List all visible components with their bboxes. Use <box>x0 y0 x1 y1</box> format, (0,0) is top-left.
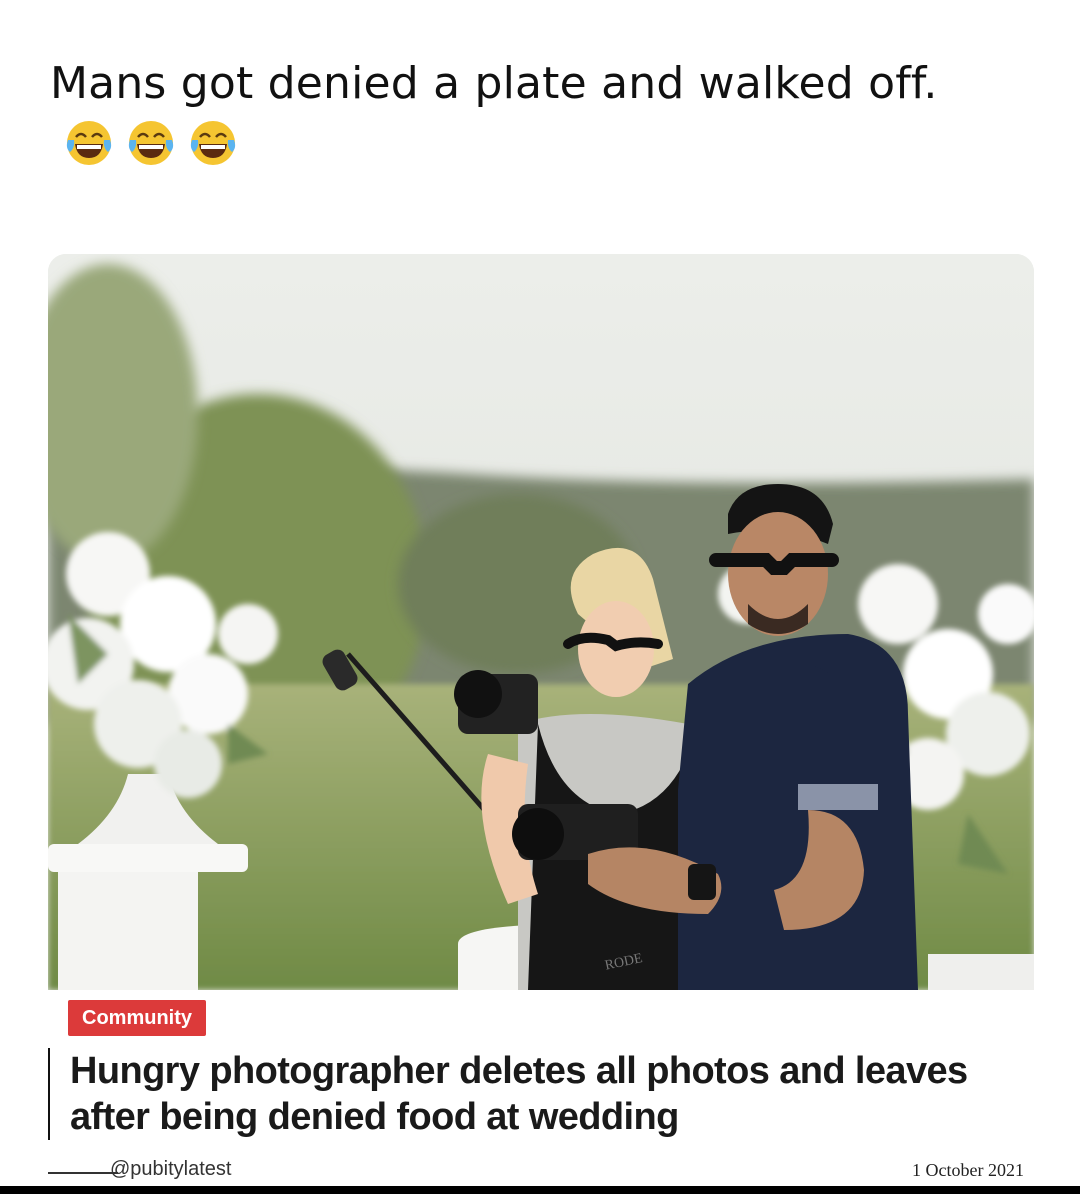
wedding-photographers-image: RODE <box>48 254 1034 990</box>
face-with-tears-of-joy-icon <box>190 121 236 165</box>
category-badge[interactable]: Community <box>68 1000 206 1036</box>
caption-text: Mans got denied a plate and walked off. <box>50 58 938 109</box>
post-caption: Mans got denied a plate and walked off. <box>50 52 1010 180</box>
footer-divider <box>48 1172 118 1174</box>
article-photo[interactable]: RODE <box>48 254 1034 990</box>
headline-block: Hungry photographer deletes all photos a… <box>48 1048 1034 1140</box>
article-headline[interactable]: Hungry photographer deletes all photos a… <box>70 1048 1010 1140</box>
face-with-tears-of-joy-icon <box>128 121 174 165</box>
emoji-row <box>64 118 238 168</box>
bottom-border <box>0 1186 1080 1194</box>
publish-date: 1 October 2021 <box>912 1160 1024 1180</box>
source-handle[interactable]: @pubitylatest <box>110 1158 231 1181</box>
article-card[interactable]: RODE Community Hungry photographer delet… <box>48 254 1034 1194</box>
face-with-tears-of-joy-icon <box>66 121 112 165</box>
